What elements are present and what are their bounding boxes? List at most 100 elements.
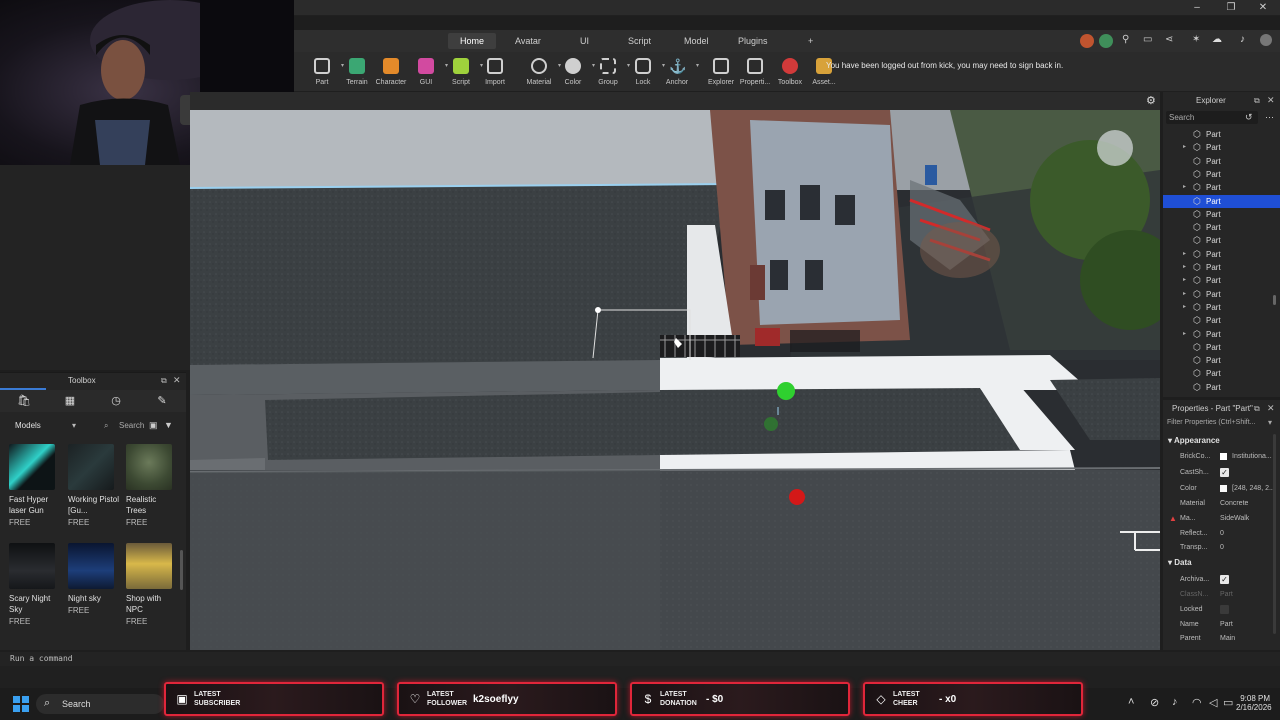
category-dropdown[interactable]: Models [15, 421, 41, 430]
properties-tool-button[interactable]: Properti... [735, 57, 775, 91]
popout-icon[interactable]: ⧉ [1254, 404, 1260, 414]
property-row[interactable]: Ma... ▲ SideWalk [1163, 511, 1273, 526]
cloud-icon[interactable]: ☁ [1212, 34, 1222, 45]
explorer-item[interactable]: ▸ ⬡ Part [1163, 274, 1280, 287]
expand-arrow-icon[interactable]: ▸ [1183, 261, 1186, 274]
tab-ui[interactable]: UI [568, 33, 601, 49]
color-tool-button[interactable]: Color ▾ [553, 57, 595, 91]
explorer-item[interactable]: ⬡ Part [1163, 128, 1280, 141]
expand-arrow-icon[interactable]: ▸ [1183, 274, 1186, 287]
toolbox-item[interactable]: Realistic Trees FREE [126, 444, 178, 527]
chevron-down-icon[interactable]: ▾ [1268, 418, 1272, 427]
property-value[interactable]: Part [1220, 617, 1233, 632]
character-tool-button[interactable]: Character [371, 57, 411, 91]
part-tool-button[interactable]: Part ▾ [302, 57, 344, 91]
properties-filter-input[interactable]: Filter Properties (Ctrl+Shift... [1167, 419, 1256, 426]
settings-gear-icon[interactable]: ⚙ [1146, 94, 1156, 107]
volume-icon[interactable]: ◁ [1209, 696, 1217, 709]
appearance-section[interactable]: ▾ Appearance [1168, 436, 1220, 445]
chevron-up-icon[interactable]: ˄ [1128, 696, 1134, 708]
toolbox-search-input[interactable]: Search [119, 421, 144, 430]
toolbox-scrollbar[interactable] [180, 550, 183, 590]
collab-icon[interactable]: ✶ [1192, 34, 1200, 45]
taskbar-search-input[interactable]: Search [62, 699, 91, 709]
share-icon[interactable]: ⋖ [1165, 34, 1173, 45]
explorer-item[interactable]: ▸ ⬡ Part [1163, 141, 1280, 154]
explorer-item[interactable]: ⬡ Part [1163, 194, 1280, 208]
avatar-icon[interactable] [1099, 34, 1113, 48]
windows-start-icon[interactable] [13, 696, 29, 712]
expand-arrow-icon[interactable]: ▸ [1183, 301, 1186, 314]
tab-plugins[interactable]: Plugins [726, 33, 780, 49]
expand-arrow-icon[interactable]: ▸ [1183, 328, 1186, 341]
explorer-item[interactable]: ▸ ⬡ Part [1163, 248, 1280, 261]
3d-viewport[interactable] [190, 110, 1160, 650]
property-value[interactable]: 0 [1220, 526, 1224, 541]
explorer-item[interactable]: ⬡ Part [1163, 381, 1280, 394]
property-value[interactable]: [248, 248, 2... [1232, 481, 1275, 496]
property-row[interactable]: Transp... 0 [1163, 540, 1273, 555]
explorer-item[interactable]: ▸ ⬡ Part [1163, 261, 1280, 274]
explorer-item[interactable]: ⬡ Part [1163, 155, 1280, 168]
tab-script[interactable]: Script [616, 33, 663, 49]
property-row[interactable]: BrickCo... Institutiona... [1163, 449, 1273, 464]
explorer-item[interactable]: ⬡ Part [1163, 367, 1280, 380]
property-row[interactable]: Archiva... ✓ [1163, 572, 1273, 587]
toolbox-item[interactable]: Shop with NPC FREE [126, 543, 178, 626]
property-row[interactable]: Parent Main [1163, 631, 1273, 646]
profile-avatar[interactable] [1260, 34, 1272, 46]
wifi-icon[interactable]: ◠ [1192, 696, 1202, 709]
property-value[interactable]: 0 [1220, 540, 1224, 555]
properties-scrollbar[interactable] [1273, 434, 1276, 634]
explorer-item[interactable]: ⬡ Part [1163, 314, 1280, 327]
image-search-icon[interactable]: ▣ [149, 420, 158, 431]
explorer-item[interactable]: ⬡ Part [1163, 221, 1280, 234]
more-icon[interactable]: ⋯ [1265, 112, 1274, 123]
group-tool-button[interactable]: Group ▾ [588, 57, 630, 91]
battery-icon[interactable]: ▭ [1223, 696, 1233, 709]
property-row[interactable]: Locked [1163, 602, 1273, 617]
popout-icon[interactable]: ⧉ [161, 376, 167, 386]
expand-arrow-icon[interactable]: ▸ [1183, 141, 1186, 154]
anchor-tool-button[interactable]: ⚓ Anchor ▾ [657, 57, 699, 91]
taskbar-clock[interactable]: 9:08 PM 2/16/2026 [1236, 694, 1272, 712]
history-icon[interactable]: ↺ [1245, 112, 1253, 123]
import-tool-button[interactable]: Import [475, 57, 515, 91]
explorer-item[interactable]: ▸ ⬡ Part [1163, 328, 1280, 341]
property-value[interactable]: SideWalk [1220, 511, 1249, 526]
tab-add[interactable]: + [796, 33, 825, 49]
toolbox-item[interactable]: Night sky FREE [68, 543, 120, 615]
property-row[interactable]: Material Concrete [1163, 496, 1273, 511]
tab-home[interactable]: Home [448, 33, 497, 49]
explorer-item[interactable]: ⬡ Part [1163, 208, 1280, 221]
property-value[interactable]: Institutiona... [1232, 449, 1272, 464]
close-icon[interactable]: ✕ [1246, 0, 1280, 16]
microphone-icon[interactable]: ♪ [1172, 696, 1178, 708]
close-icon[interactable]: ✕ [173, 375, 181, 386]
tab-model[interactable]: Model [672, 33, 721, 49]
explorer-item[interactable]: ▸ ⬡ Part [1163, 301, 1280, 314]
chevron-down-icon[interactable]: ▾ [72, 421, 76, 430]
maximize-icon[interactable]: ❐ [1214, 0, 1248, 16]
explorer-scrollbar[interactable] [1273, 295, 1276, 305]
expand-arrow-icon[interactable]: ▸ [1183, 248, 1186, 261]
marketplace-icon[interactable]: 🛍 [1, 392, 47, 410]
property-value[interactable]: Main [1220, 631, 1235, 646]
creations-icon[interactable]: ✎ [139, 392, 185, 410]
recent-icon[interactable]: ◷ [93, 392, 139, 410]
close-icon[interactable]: ✕ [1267, 95, 1275, 106]
command-bar[interactable]: Run a command [0, 652, 1280, 666]
explorer-search-input[interactable]: Search [1169, 113, 1194, 122]
minimize-icon[interactable]: – [1180, 0, 1214, 16]
explorer-item[interactable]: ⬡ Part [1163, 354, 1280, 367]
data-section[interactable]: ▾ Data [1168, 558, 1192, 567]
toolbox-item[interactable]: Working Pistol [Gu... FREE [68, 444, 120, 527]
checkbox[interactable]: ✓ [1220, 575, 1229, 584]
expand-arrow-icon[interactable]: ▸ [1183, 181, 1186, 194]
explorer-item[interactable]: ⬡ Part [1163, 234, 1280, 247]
command-input[interactable]: Run a command [10, 654, 73, 663]
avatar-icon[interactable] [1080, 34, 1094, 48]
color-swatch[interactable] [1220, 453, 1227, 460]
property-row[interactable]: Color [248, 248, 2... [1163, 481, 1275, 496]
property-row[interactable]: Reflect... 0 [1163, 526, 1273, 541]
